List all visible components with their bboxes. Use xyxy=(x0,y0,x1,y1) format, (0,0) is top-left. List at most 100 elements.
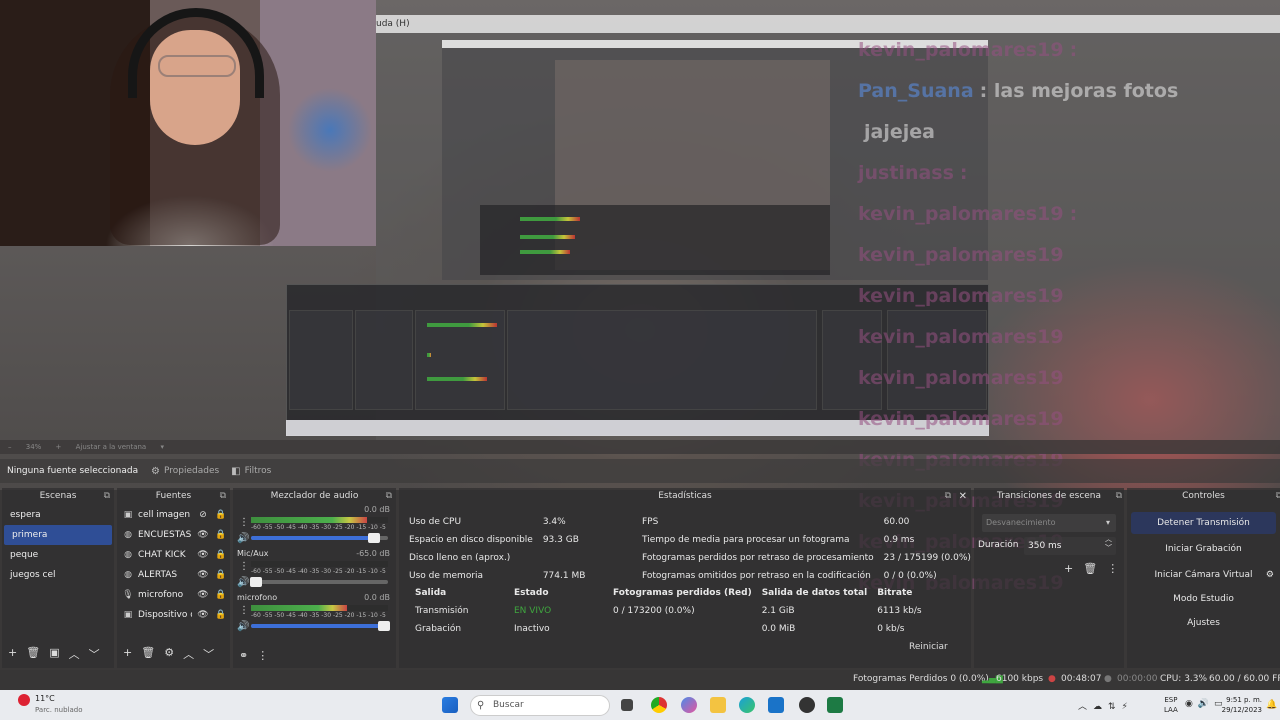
reset-button[interactable]: Reiniciar xyxy=(909,642,948,652)
start-virtual-camera-button[interactable]: Iniciar Cámara Virtual ⚙ xyxy=(1131,564,1276,586)
add-icon[interactable]: + xyxy=(1064,562,1073,575)
stats-cell: 2.1 GiB xyxy=(761,606,795,616)
chrome-icon[interactable] xyxy=(651,697,667,713)
edge-icon[interactable] xyxy=(739,697,755,713)
stats-row: Fotogramas omitidos por retraso en la co… xyxy=(638,568,975,584)
stats-row: Fotogramas perdidos por retraso de proce… xyxy=(638,550,975,566)
volume-knob[interactable] xyxy=(368,533,381,543)
undock-icon[interactable]: ⧉ xyxy=(104,488,110,505)
eye-icon[interactable]: 👁 xyxy=(196,605,210,625)
obs-icon[interactable] xyxy=(799,697,815,713)
lang-secondary: LAA xyxy=(1164,706,1178,714)
speaker-icon[interactable]: 🔊 xyxy=(237,621,249,632)
source-item[interactable]: 🎙 microfono 👁 🔒 xyxy=(117,585,230,605)
undock-icon[interactable]: ⧉ xyxy=(945,488,951,505)
source-item[interactable]: ▣ cell imagen ⊘ 🔒 xyxy=(117,505,230,525)
eye-icon[interactable]: 👁 xyxy=(196,525,210,545)
studio-mode-button[interactable]: Modo Estudio xyxy=(1131,588,1276,610)
stats-output-row: Grabación Inactivo 0.0 MiB 0 kb/s xyxy=(411,621,953,637)
more-icon[interactable]: ⋮ xyxy=(1107,562,1118,575)
excel-icon[interactable] xyxy=(827,697,843,713)
add-icon[interactable]: + xyxy=(123,646,132,662)
zoom-minus-icon[interactable]: – xyxy=(8,443,12,451)
more-icon[interactable]: ⋮ xyxy=(239,605,249,616)
undock-icon[interactable]: ⧉ xyxy=(386,488,392,505)
volume-slider[interactable] xyxy=(251,533,388,543)
context-bar: Ninguna fuente seleccionada ⚙ Propiedade… xyxy=(0,459,1280,483)
gear-icon[interactable]: ⚙ xyxy=(1266,564,1274,586)
filters-button[interactable]: ◧ Filtros xyxy=(225,461,277,481)
zoom-plus-icon[interactable]: + xyxy=(56,443,62,451)
undock-icon[interactable]: ⧉ xyxy=(1116,488,1122,505)
clock[interactable]: 9:51 p. m. 29/12/2023 xyxy=(1218,695,1262,715)
lock-icon[interactable]: 🔒 xyxy=(214,505,228,525)
stop-stream-button[interactable]: Detener Transmisión xyxy=(1131,512,1276,534)
language-indicator[interactable]: ESP LAA xyxy=(1164,695,1178,715)
speaker-icon[interactable]: 🔊 xyxy=(237,577,249,588)
stats-value: 774.1 MB xyxy=(542,571,586,581)
add-icon[interactable]: + xyxy=(8,646,17,662)
source-item[interactable]: ◍ ALERTAS 👁 🔒 xyxy=(117,565,230,585)
arrow-down-icon[interactable]: ﹀ xyxy=(89,646,100,662)
close-icon[interactable]: ✕ xyxy=(959,488,967,505)
gear-icon[interactable]: ⚙ xyxy=(164,646,174,662)
more-icon[interactable]: ⋮ xyxy=(239,517,249,528)
scene-item[interactable]: espera xyxy=(2,505,114,525)
source-item[interactable]: ◍ ENCUESTAS I 👁 🔒 xyxy=(117,525,230,545)
store-icon[interactable] xyxy=(768,697,784,713)
lock-icon[interactable]: 🔒 xyxy=(214,565,228,585)
eye-icon[interactable]: 👁 xyxy=(196,545,210,565)
browser-icon: ◍ xyxy=(124,550,132,560)
arrow-down-icon[interactable]: ﹀ xyxy=(203,646,214,662)
more-icon[interactable]: ⋮ xyxy=(257,649,268,662)
lock-icon[interactable]: 🔒 xyxy=(214,545,228,565)
link-icon[interactable]: ⚭ xyxy=(239,649,248,662)
volume-slider[interactable] xyxy=(250,577,388,587)
copilot-icon[interactable] xyxy=(681,697,697,713)
undock-icon[interactable]: ⧉ xyxy=(1276,488,1280,505)
source-item[interactable]: ▣ Dispositivo d 👁 🔒 xyxy=(117,605,230,625)
transition-select[interactable]: Desvanecimiento ▾ xyxy=(982,514,1116,532)
properties-button[interactable]: ⚙ Propiedades xyxy=(145,461,225,481)
lock-icon[interactable]: 🔒 xyxy=(214,605,228,625)
filter-icon[interactable]: ▣ xyxy=(49,646,59,662)
zoom-level[interactable]: 34% xyxy=(26,443,42,451)
more-icon[interactable]: ⋮ xyxy=(239,561,249,572)
scene-item[interactable]: juegos cel xyxy=(2,565,114,585)
volume-knob[interactable] xyxy=(377,621,390,631)
source-item[interactable]: ◍ CHAT KICK 👁 🔒 xyxy=(117,545,230,565)
eye-icon[interactable]: 👁 xyxy=(196,565,210,585)
trash-icon[interactable]: 🗑 xyxy=(141,646,155,662)
zoom-fit[interactable]: Ajustar a la ventana xyxy=(76,443,147,451)
undock-icon[interactable]: ⧉ xyxy=(220,488,226,505)
task-view-icon[interactable] xyxy=(621,699,633,711)
meter-level xyxy=(251,605,347,611)
start-recording-button[interactable]: Iniciar Grabación xyxy=(1131,538,1276,560)
eye-icon[interactable]: 👁 xyxy=(196,585,210,605)
tray-icons[interactable]: ︿☁⇅⚡ xyxy=(1078,699,1134,712)
stats-row: Tiempo de media para procesar un fotogra… xyxy=(638,532,975,548)
notification-icon[interactable]: 🔔 xyxy=(1266,700,1277,710)
taskbar-search[interactable]: ⚲ Buscar xyxy=(470,695,610,716)
speaker-icon[interactable]: 🔊 xyxy=(237,533,249,544)
volume-slider[interactable] xyxy=(251,621,390,631)
controls-title-label: Controles xyxy=(1182,491,1225,501)
lock-icon[interactable]: 🔒 xyxy=(214,585,228,605)
folder-icon[interactable] xyxy=(710,697,726,713)
volume-knob[interactable] xyxy=(250,577,263,587)
eye-off-icon[interactable]: ⊘ xyxy=(196,505,210,525)
chevron-down-icon[interactable]: ▾ xyxy=(160,443,164,451)
scene-item[interactable]: peque xyxy=(2,545,114,565)
trash-icon[interactable]: 🗑 xyxy=(26,646,40,662)
arrow-up-icon[interactable]: ︿ xyxy=(69,646,80,662)
stats-label: Disco lleno en (aprox.) xyxy=(409,553,511,563)
transition-toolbar: + 🗑 ⋮ xyxy=(1064,562,1118,575)
lock-icon[interactable]: 🔒 xyxy=(214,525,228,545)
duration-spinbox[interactable]: 350 ms ︿ ﹀ xyxy=(1024,535,1116,555)
channel-name: Mic/Aux xyxy=(237,549,269,558)
windows-start-icon[interactable] xyxy=(442,697,458,713)
scene-item[interactable]: primera xyxy=(4,525,112,545)
arrow-up-icon[interactable]: ︿ xyxy=(183,646,194,662)
settings-button[interactable]: Ajustes xyxy=(1131,612,1276,634)
trash-icon[interactable]: 🗑 xyxy=(1083,562,1097,575)
